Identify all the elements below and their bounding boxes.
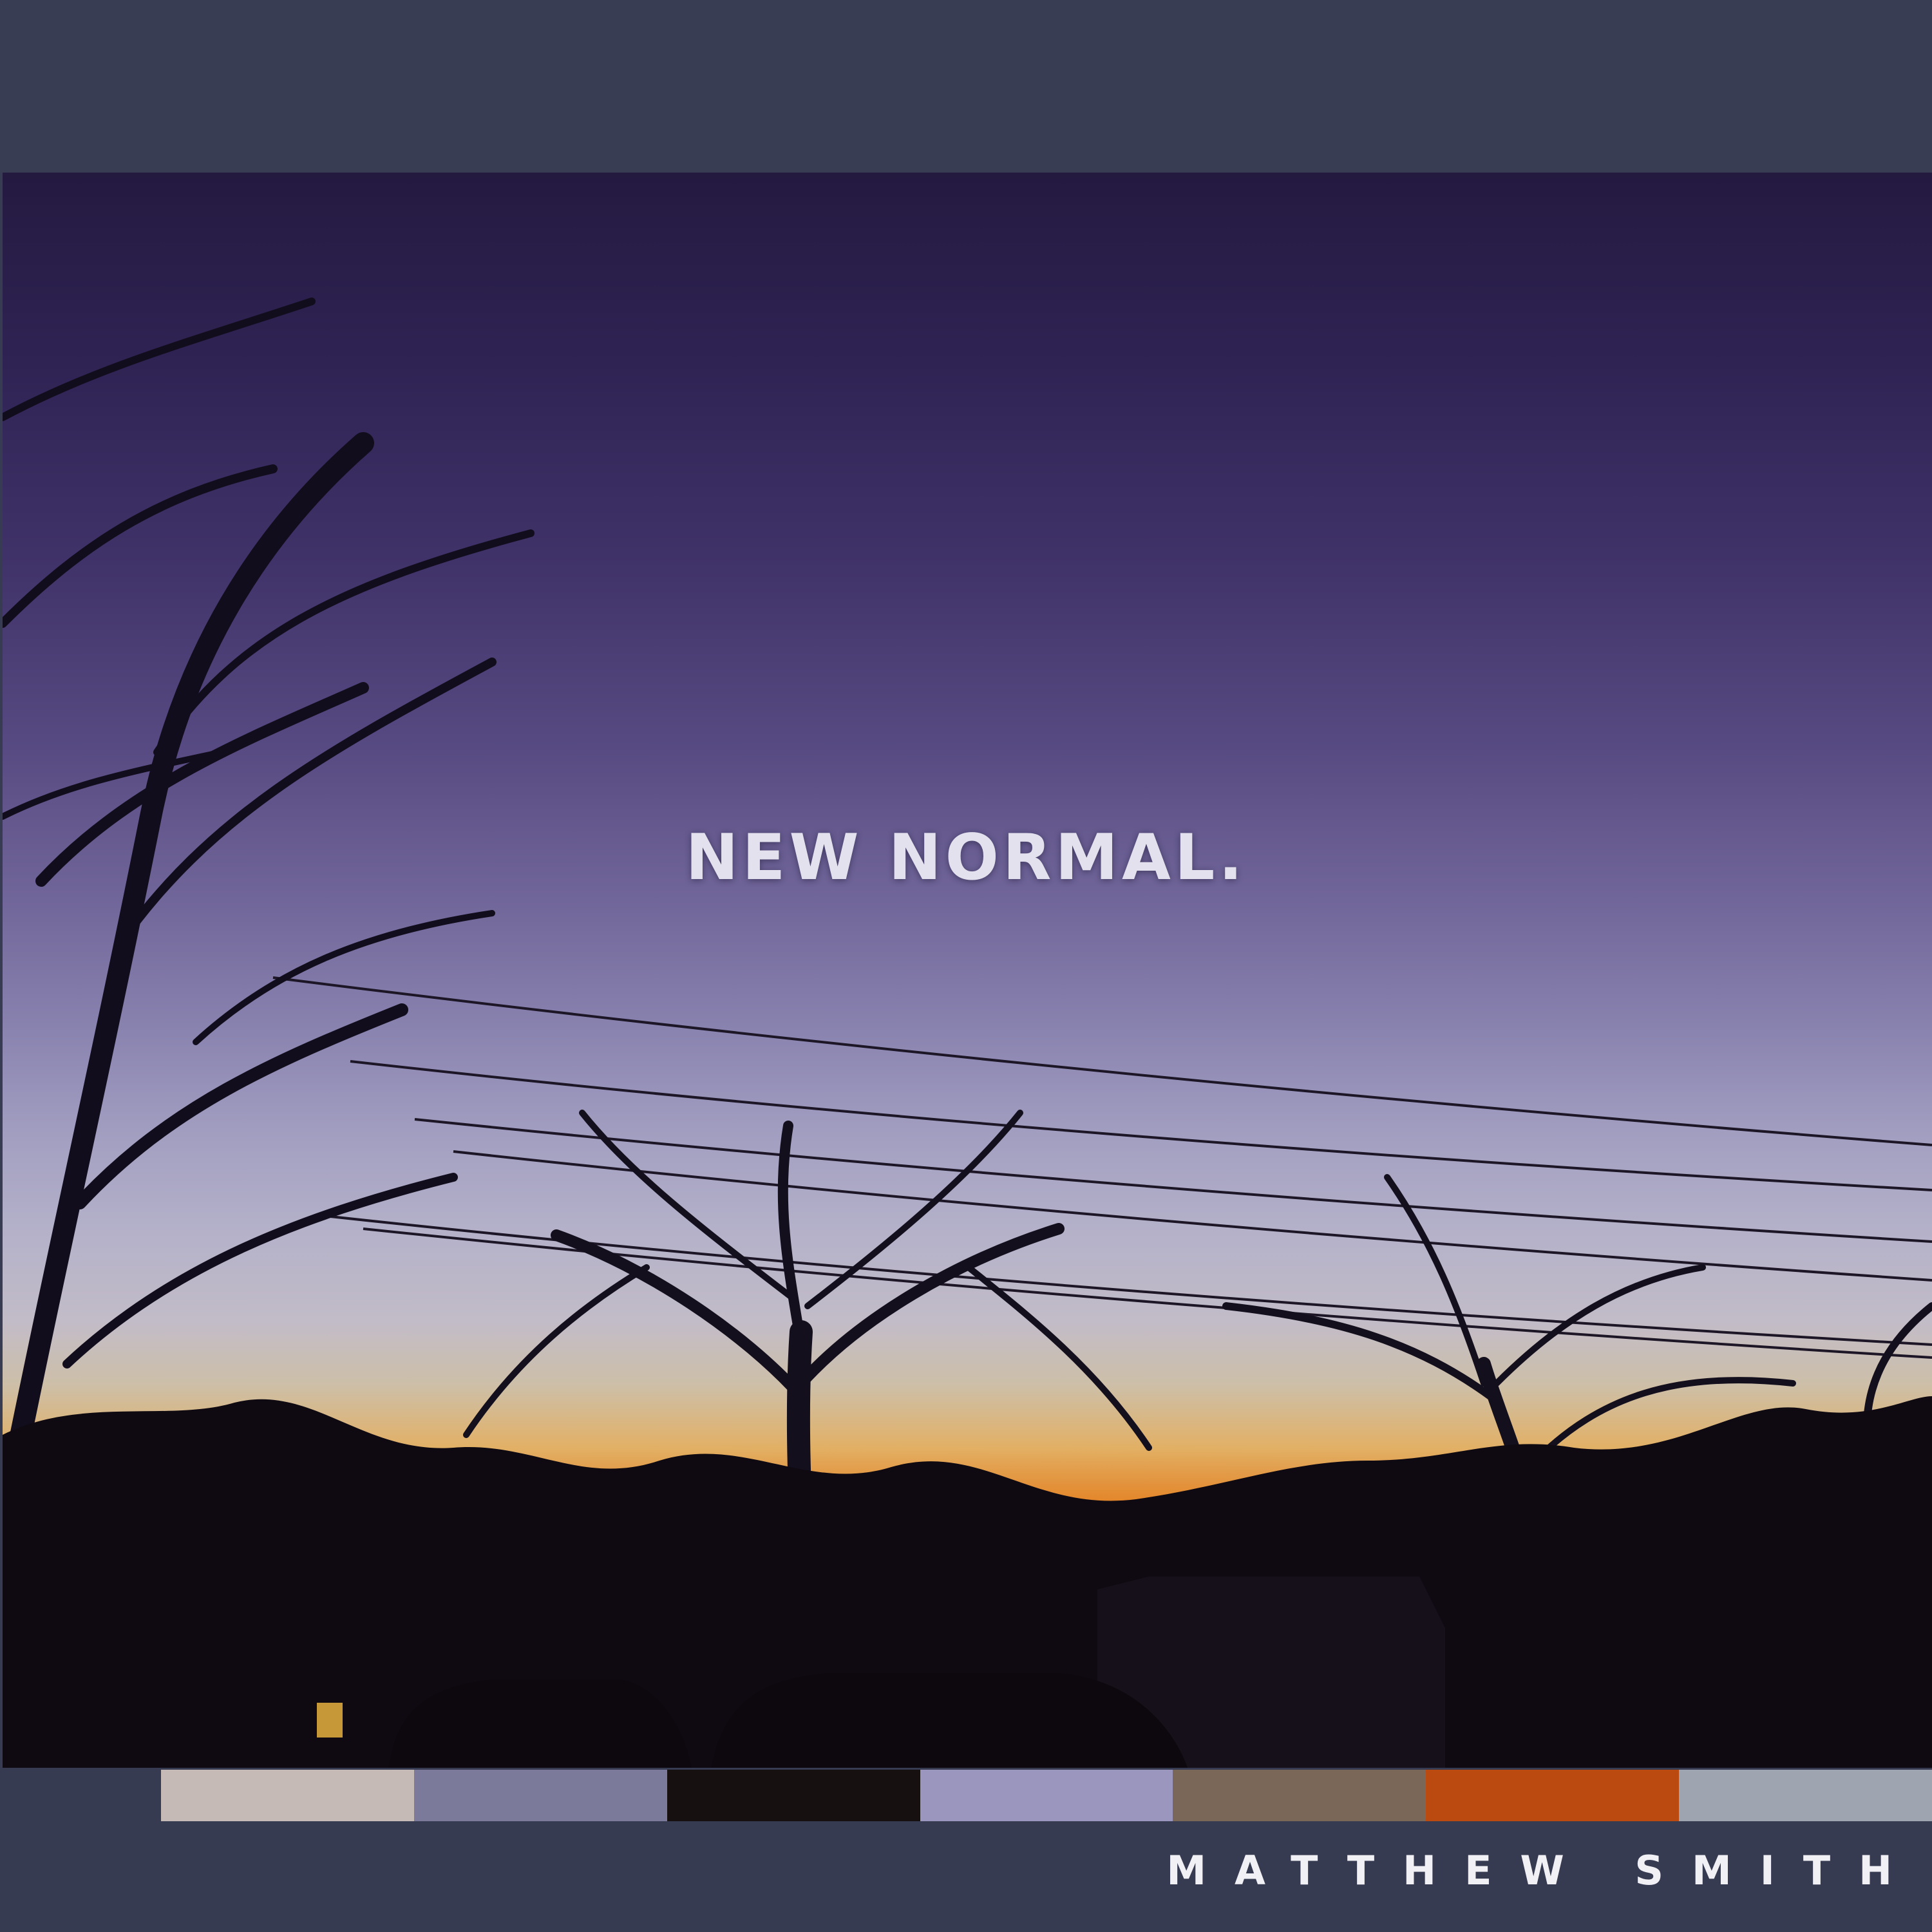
artist-name: MATTHEW SMITH xyxy=(1166,1847,1920,1894)
top-band xyxy=(0,0,1932,173)
color-palette xyxy=(161,1770,1932,1821)
palette-swatch xyxy=(920,1770,1173,1821)
palette-swatch xyxy=(1679,1770,1932,1821)
cover-photo xyxy=(3,173,1932,1768)
album-cover: NEW NORMAL. MATTHEW SMITH xyxy=(0,0,1932,1932)
palette-swatch xyxy=(1173,1770,1426,1821)
palette-swatch xyxy=(161,1770,414,1821)
twilight-landscape-illustration xyxy=(3,298,1932,1768)
palette-swatch xyxy=(413,1770,667,1821)
palette-swatch xyxy=(667,1770,920,1821)
palette-swatch xyxy=(1426,1770,1680,1821)
lit-window xyxy=(317,1703,343,1738)
album-title: NEW NORMAL. xyxy=(685,821,1247,895)
